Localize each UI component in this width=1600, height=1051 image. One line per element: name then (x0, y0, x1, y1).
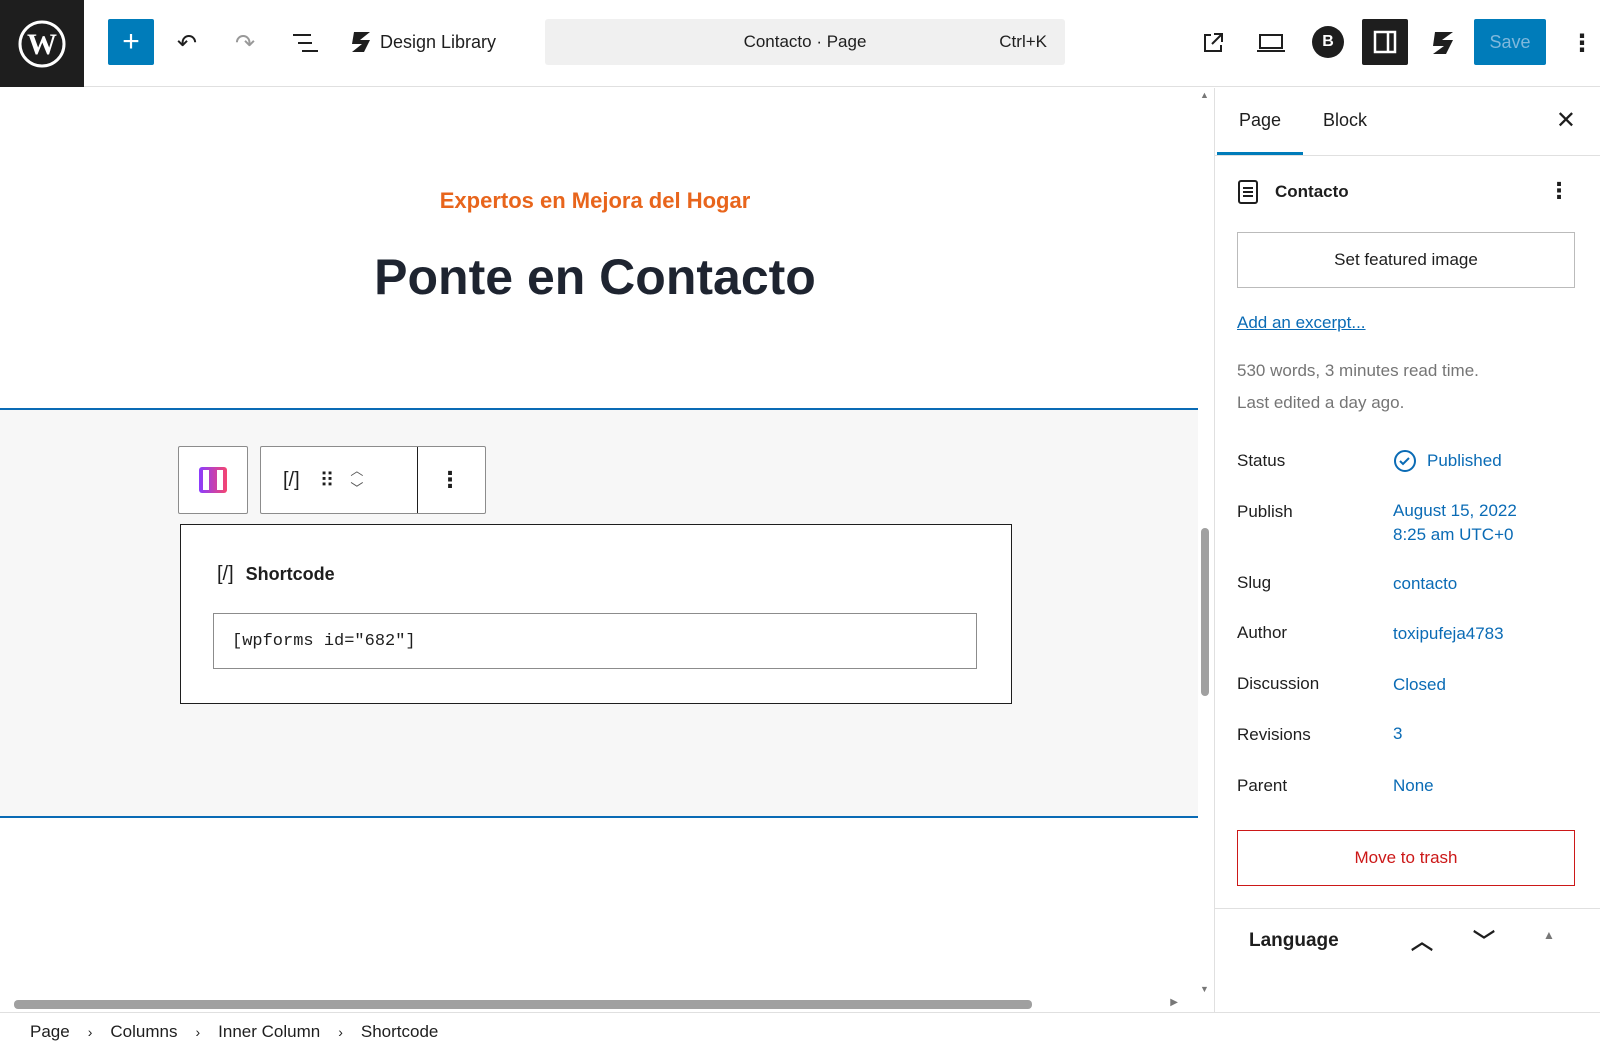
add-excerpt-link[interactable]: Add an excerpt... (1237, 313, 1366, 333)
tab-block[interactable]: Block (1323, 110, 1367, 131)
horizontal-scrollbar[interactable]: ▶ (0, 996, 1198, 1012)
columns-block[interactable]: [/] ⠿ ︿ ﹀ ⋮ [/] Shortcode (0, 408, 1198, 818)
settings-sidebar: Page Block ✕ Contacto ⋮ Set featured ima… (1214, 88, 1600, 1012)
scrollbar-thumb[interactable] (1201, 528, 1209, 696)
list-view-icon (293, 34, 318, 52)
chevron-right-icon: › (338, 1024, 343, 1040)
chevron-right-icon: › (87, 1024, 93, 1040)
undo-button[interactable]: ↶ (172, 28, 202, 58)
block-options-icon[interactable]: ⋮ (439, 467, 461, 493)
page-icon (1238, 180, 1258, 204)
chevron-right-icon: › (195, 1024, 201, 1040)
word-count: 530 words, 3 minutes read time. (1237, 361, 1479, 380)
laptop-icon (1257, 34, 1285, 52)
discussion-label: Discussion (1237, 674, 1320, 693)
editor-canvas: Expertos en Mejora del Hogar Ponte en Co… (0, 88, 1198, 1010)
move-to-trash-button[interactable]: Move to trash (1237, 830, 1575, 886)
chevron-down-icon[interactable]: ﹀ (350, 480, 363, 498)
shortcut-hint: Ctrl+K (999, 32, 1047, 51)
external-link-icon (1204, 33, 1223, 52)
plugin-b-button[interactable]: B (1312, 26, 1344, 58)
close-icon[interactable]: ✕ (1556, 106, 1576, 135)
breadcrumb-shortcode[interactable]: Shortcode (361, 1022, 439, 1042)
design-library-button[interactable]: Design Library (350, 30, 496, 54)
parent-label: Parent (1237, 776, 1288, 795)
plus-icon: + (122, 25, 140, 58)
breadcrumb-columns[interactable]: Columns (110, 1022, 177, 1042)
publish-label: Publish (1237, 502, 1293, 521)
more-vertical-icon: ⋮ (1570, 29, 1594, 57)
block-parent-selector[interactable] (178, 446, 248, 514)
shortcode-block[interactable]: [/] Shortcode (180, 524, 1012, 704)
divider (1215, 908, 1600, 909)
redo-icon: ↷ (234, 29, 256, 57)
chevron-down-icon[interactable]: ﹀ (1473, 924, 1495, 956)
chevron-up-icon[interactable]: ︿ (1411, 924, 1433, 956)
discussion-value[interactable]: Closed (1393, 675, 1446, 695)
document-title: Contacto · Page (743, 32, 867, 51)
document-overview-button[interactable] (290, 28, 320, 58)
author-value[interactable]: toxipufeja4783 (1393, 624, 1504, 644)
post-title: Contacto (1275, 182, 1349, 201)
slug-value[interactable]: contacto (1393, 574, 1457, 594)
view-page-button[interactable] (1198, 28, 1228, 58)
move-buttons[interactable]: ︿ ﹀ (350, 462, 363, 498)
revisions-label: Revisions (1237, 725, 1311, 744)
revisions-value[interactable]: 3 (1393, 724, 1402, 744)
last-edited: Last edited a day ago. (1237, 393, 1405, 412)
slug-label: Slug (1237, 573, 1272, 592)
language-panel-title[interactable]: Language (1249, 930, 1339, 952)
set-featured-image-button[interactable]: Set featured image (1237, 232, 1575, 288)
settings-toggle-button[interactable] (1362, 19, 1408, 65)
command-palette-button[interactable]: Contacto · Page Ctrl+K (545, 19, 1065, 65)
vertical-scrollbar[interactable]: ▲ ▼ (1198, 88, 1212, 994)
breadcrumb: Page › Columns › Inner Column › Shortcode (0, 1012, 1600, 1051)
status-button[interactable]: Published (1393, 449, 1502, 473)
svg-text:W: W (27, 28, 57, 61)
status-label: Status (1237, 451, 1286, 470)
top-toolbar: W + ↶ ↷ Design Library Contacto · Page C… (0, 0, 1600, 87)
undo-icon: ↶ (176, 29, 198, 57)
publish-date[interactable]: August 15, 2022 (1393, 501, 1517, 521)
wordpress-logo-button[interactable]: W (0, 0, 84, 87)
shortcode-label: Shortcode (245, 564, 335, 584)
tab-page[interactable]: Page (1216, 110, 1304, 155)
scrollbar-thumb[interactable] (14, 1000, 1032, 1009)
block-toolbar: [/] ⠿ ︿ ﹀ ⋮ (260, 446, 486, 514)
more-vertical-icon[interactable]: ⋮ (1548, 178, 1570, 204)
stackable-icon (352, 32, 370, 52)
shortcode-input[interactable] (213, 613, 977, 669)
page-heading[interactable]: Ponte en Contacto (0, 248, 1190, 306)
redo-button[interactable]: ↷ (230, 28, 260, 58)
check-circle-icon (1394, 450, 1416, 472)
breadcrumb-inner-column[interactable]: Inner Column (218, 1022, 320, 1042)
options-button[interactable]: ⋮ (1570, 28, 1594, 58)
status-value: Published (1427, 451, 1502, 470)
collapse-triangle-icon[interactable]: ▲ (1543, 928, 1555, 942)
columns-icon (199, 467, 227, 493)
design-library-label: Design Library (380, 31, 497, 52)
preview-button[interactable] (1254, 28, 1288, 58)
breadcrumb-page[interactable]: Page (30, 1022, 70, 1042)
sidebar-icon (1373, 30, 1397, 54)
stackable-icon (1433, 32, 1453, 54)
wordpress-icon: W (18, 20, 66, 67)
shortcode-block-icon[interactable]: [/] (283, 469, 300, 492)
publish-time[interactable]: 8:25 am UTC+0 (1393, 525, 1513, 545)
save-button[interactable]: Save (1474, 19, 1546, 65)
add-block-button[interactable]: + (108, 19, 154, 65)
shortcode-icon: [/] (217, 563, 234, 585)
drag-handle-icon[interactable]: ⠿ (320, 468, 335, 493)
b-logo-icon: B (1322, 33, 1334, 50)
stackable-settings-button[interactable] (1428, 28, 1458, 58)
toolbar-divider (417, 447, 418, 513)
eyebrow-text[interactable]: Expertos en Mejora del Hogar (0, 188, 1190, 214)
chevron-up-icon[interactable]: ︿ (350, 462, 363, 480)
parent-value[interactable]: None (1393, 776, 1434, 796)
author-label: Author (1237, 623, 1288, 642)
